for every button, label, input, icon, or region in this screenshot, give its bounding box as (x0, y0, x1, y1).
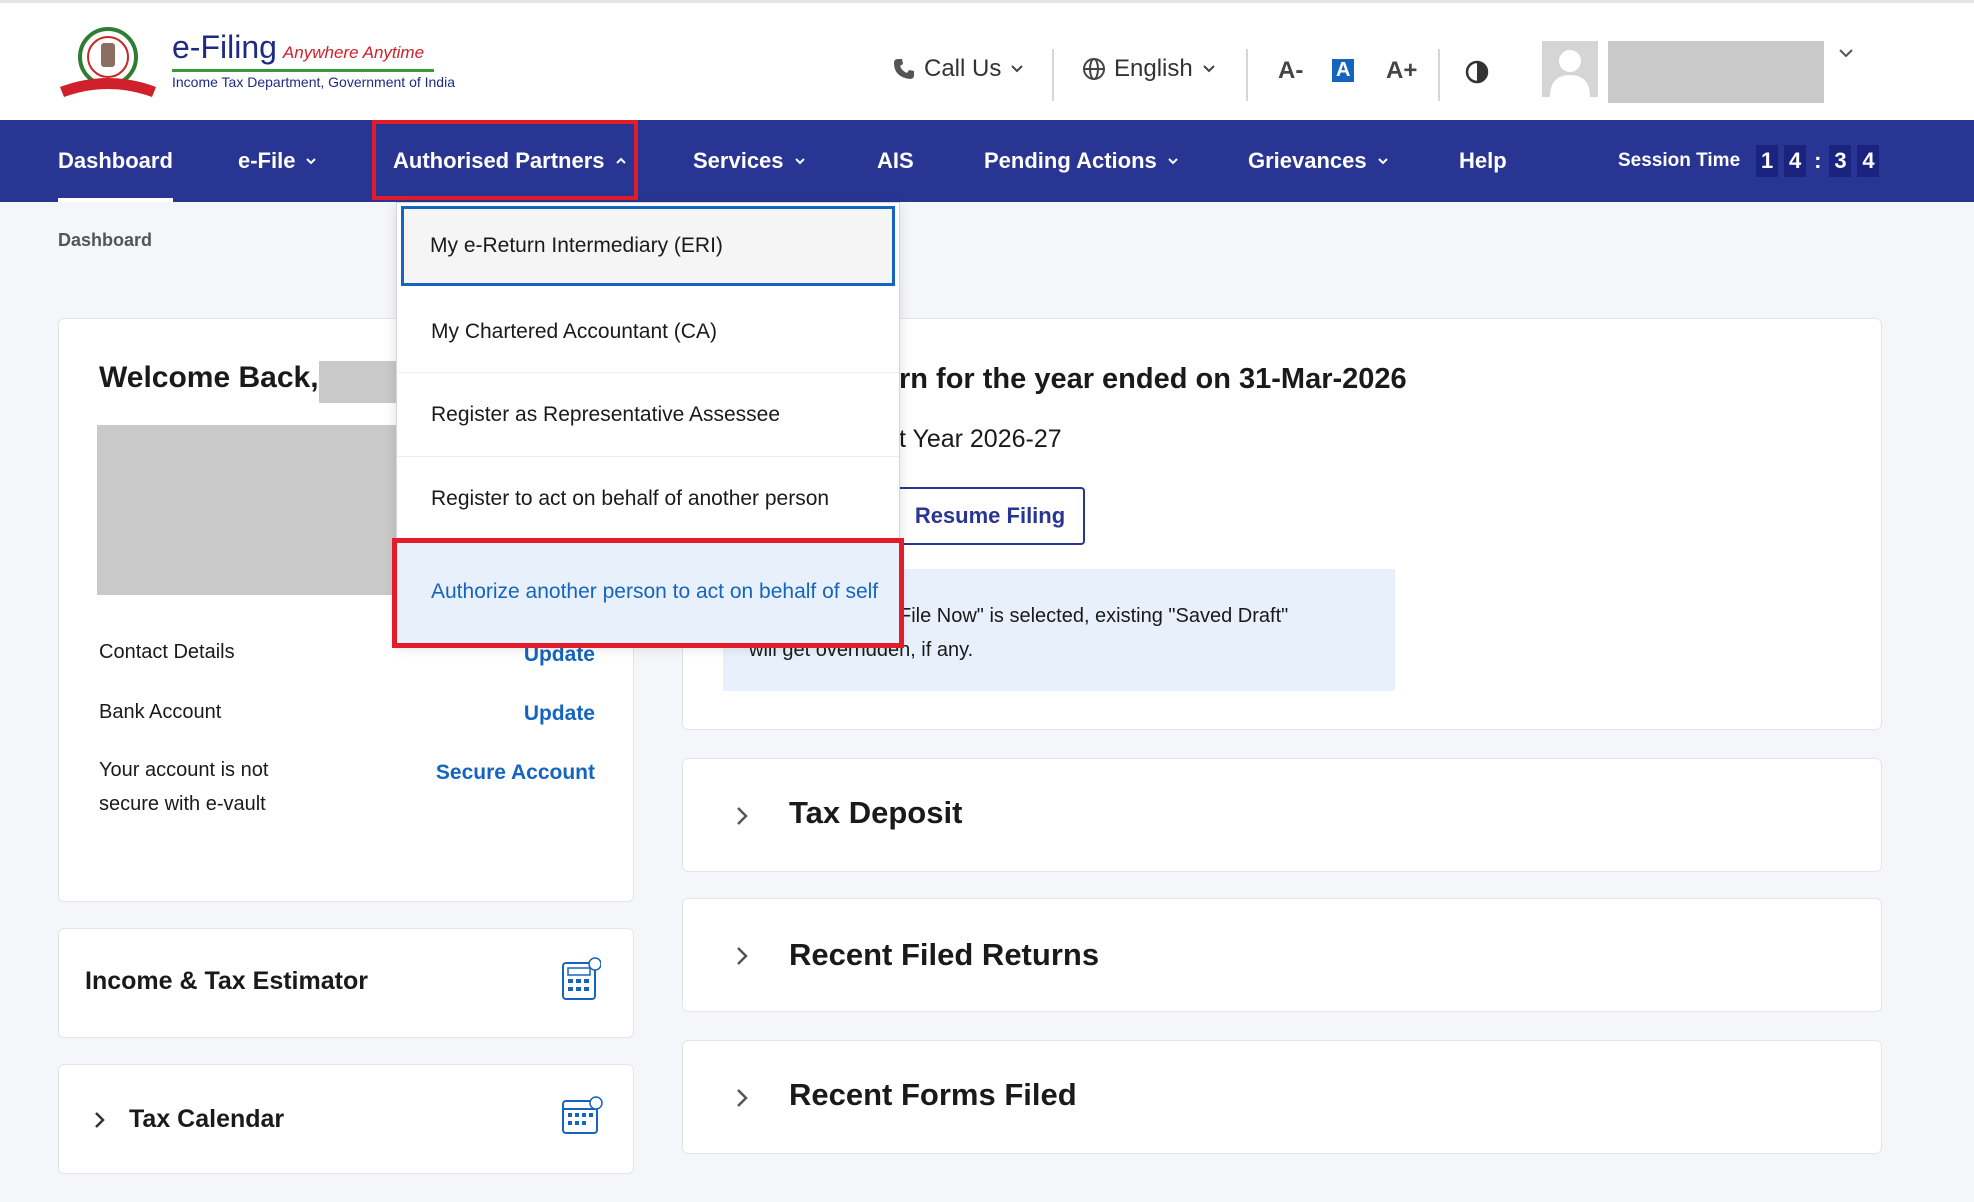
tax-calendar-card[interactable]: Tax Calendar (58, 1064, 634, 1174)
secure-account-link[interactable]: Secure Account (436, 761, 595, 785)
chevron-down-icon (1377, 158, 1388, 165)
nav-grievances[interactable]: Grievances (1248, 120, 1389, 202)
chevron-right-icon (737, 1089, 748, 1107)
contact-details-label: Contact Details (99, 641, 235, 663)
nav-efile[interactable]: e-File (238, 120, 317, 202)
accordion-recent-forms-filed[interactable]: Recent Forms Filed (682, 1040, 1882, 1154)
user-icon (1550, 50, 1590, 97)
efiling-logo[interactable]: e-Filing Anywhere Anytime Income Tax Depa… (56, 25, 455, 100)
header-divider (1052, 49, 1054, 101)
session-label: Session Time (1618, 150, 1741, 171)
globe-icon (1083, 58, 1105, 80)
welcome-name-redacted (319, 361, 401, 403)
resume-filing-button[interactable]: Resume Filing (895, 487, 1085, 545)
menu-item-register-on-behalf[interactable]: Register to act on behalf of another per… (397, 457, 899, 541)
accordion-recent-filed-returns[interactable]: Recent Filed Returns (682, 898, 1882, 1012)
call-us-menu[interactable]: Call Us (892, 55, 1025, 83)
logo-title: e-Filing Anywhere Anytime (172, 29, 425, 65)
phone-icon (894, 59, 914, 79)
menu-item-my-eri[interactable]: My e-Return Intermediary (ERI) (401, 206, 895, 286)
font-increase-button[interactable]: A+ (1386, 57, 1417, 85)
nav-ais[interactable]: AIS (877, 120, 914, 202)
accordion-title: Recent Forms Filed (789, 1077, 1077, 1112)
accordion-title: Recent Filed Returns (789, 937, 1100, 972)
header-divider (1438, 49, 1440, 101)
chevron-right-icon (737, 947, 748, 965)
breadcrumb[interactable]: Dashboard (58, 230, 152, 251)
contrast-icon[interactable] (1464, 59, 1490, 85)
estimator-title: Income & Tax Estimator (85, 967, 368, 995)
call-us-label: Call Us (924, 55, 1002, 82)
accordion-tax-deposit[interactable]: Tax Deposit (682, 758, 1882, 872)
session-digit: 1 (1756, 145, 1779, 177)
bank-update-link[interactable]: Update (524, 702, 595, 726)
bank-account-label: Bank Account (99, 701, 222, 723)
nav-services[interactable]: Services (693, 120, 806, 202)
itr-assessment-year: t Year 2026-27 (899, 425, 1062, 453)
accordion-title: Tax Deposit (789, 795, 963, 830)
nav-help[interactable]: Help (1459, 120, 1507, 202)
chevron-down-icon[interactable] (1836, 43, 1856, 63)
font-normal-button[interactable]: A (1332, 59, 1355, 82)
itr-title: rn for the year ended on 31-Mar-2026 (899, 363, 1407, 395)
calendar-icon (562, 1096, 603, 1134)
menu-item-register-representative[interactable]: Register as Representative Assessee (397, 373, 899, 457)
nav-pending-actions[interactable]: Pending Actions (984, 120, 1179, 202)
session-colon: : (1814, 148, 1822, 173)
chevron-down-icon (306, 158, 317, 165)
user-name-redacted (1608, 41, 1824, 103)
chevron-right-icon (737, 807, 748, 825)
income-tax-emblem-icon (60, 27, 156, 97)
evault-status-label: Your account is not secure with e-vault (99, 759, 269, 815)
chevron-down-icon (1203, 65, 1215, 73)
font-decrease-button[interactable]: A- (1278, 57, 1303, 85)
profile-photo-redacted (97, 425, 397, 595)
chevron-down-icon (1168, 158, 1178, 165)
income-tax-estimator-card[interactable]: Income & Tax Estimator (58, 928, 634, 1038)
session-digit: 4 (1784, 145, 1807, 177)
top-header: e-Filing Anywhere Anytime Income Tax Depa… (0, 0, 1974, 120)
chevron-right-icon (95, 1112, 105, 1128)
menu-item-my-ca[interactable]: My Chartered Accountant (CA) (397, 291, 899, 373)
logo-rule (172, 69, 434, 72)
header-divider (1246, 49, 1248, 101)
authorize-option-highlight (392, 538, 904, 648)
calculator-icon (562, 957, 601, 1000)
session-digit: 4 (1857, 145, 1880, 177)
tax-calendar-title: Tax Calendar (129, 1105, 285, 1133)
language-selector[interactable]: English (1082, 55, 1217, 83)
authorised-partners-highlight (372, 120, 638, 200)
language-label: English (1114, 55, 1193, 82)
welcome-title: Welcome Back, (99, 361, 319, 394)
chevron-down-icon (1011, 65, 1024, 73)
chevron-down-icon (794, 158, 805, 165)
logo-subtitle: Income Tax Department, Government of Ind… (172, 74, 455, 90)
nav-dashboard[interactable]: Dashboard (58, 120, 173, 202)
avatar[interactable] (1542, 41, 1598, 97)
session-digit: 3 (1829, 145, 1852, 177)
session-timer: Session Time 1 4 : 3 4 (1618, 120, 1880, 202)
